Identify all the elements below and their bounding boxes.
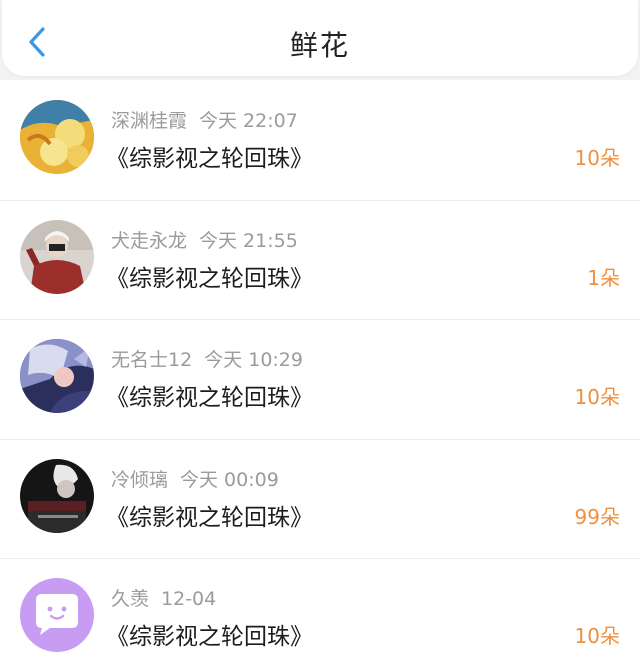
timestamp: 12-04 xyxy=(161,588,217,610)
record-meta: 久羡 12-04 xyxy=(111,584,216,611)
username[interactable]: 冷倾璃 xyxy=(111,469,168,491)
page-title: 鲜花 xyxy=(289,29,350,62)
book-title[interactable]: 《综影视之轮回珠》 xyxy=(106,378,313,412)
record-meta: 冷倾璃 今天 00:09 xyxy=(111,465,279,492)
list-item[interactable]: 冷倾璃 今天 00:09 《综影视之轮回珠》 99朵 xyxy=(0,438,640,559)
list-item[interactable]: 深渊桂霞 今天 22:07 《综影视之轮回珠》 10朵 xyxy=(0,80,640,200)
timestamp: 今天 22:07 xyxy=(199,110,298,132)
list-item[interactable]: 犬走永龙 今天 21:55 《综影视之轮回珠》 1朵 xyxy=(0,199,640,320)
user-avatar[interactable] xyxy=(20,578,94,652)
timestamp: 今天 10:29 xyxy=(204,349,303,371)
anime-character-avatar-icon xyxy=(20,339,94,413)
dark-photo-avatar-icon xyxy=(20,458,94,533)
flower-count: 1朵 xyxy=(587,265,620,290)
default-chat-bubble-avatar-icon xyxy=(20,578,94,652)
flower-count: 10朵 xyxy=(574,385,620,409)
record-meta: 无名士12 今天 10:29 xyxy=(111,345,303,372)
flower-records-screen: 鲜花 深渊桂霞 今天 22:07 《综影视之轮回珠》 10朵 犬走永龙 今天 2… xyxy=(0,0,640,667)
user-avatar[interactable] xyxy=(20,339,94,413)
username[interactable]: 久羡 xyxy=(111,588,149,610)
book-title[interactable]: 《综影视之轮回珠》 xyxy=(106,498,313,532)
book-title[interactable]: 《综影视之轮回珠》 xyxy=(106,139,313,173)
top-bar: 鲜花 xyxy=(2,0,638,76)
user-avatar[interactable] xyxy=(20,100,94,174)
timestamp: 今天 21:55 xyxy=(199,229,298,252)
record-meta: 犬走永龙 今天 21:55 xyxy=(111,226,298,253)
user-avatar[interactable] xyxy=(20,458,94,533)
username[interactable]: 无名士12 xyxy=(111,349,192,371)
book-title[interactable]: 《综影视之轮回珠》 xyxy=(106,259,313,293)
list-item[interactable]: 无名士12 今天 10:29 《综影视之轮回珠》 10朵 xyxy=(0,319,640,439)
flower-count: 99朵 xyxy=(574,504,620,529)
timestamp: 今天 00:09 xyxy=(180,468,279,491)
username[interactable]: 深渊桂霞 xyxy=(111,110,187,132)
user-avatar[interactable] xyxy=(20,219,94,294)
yellow-fruit-avatar-icon xyxy=(20,100,94,174)
flower-count: 10朵 xyxy=(574,624,620,648)
flower-count: 10朵 xyxy=(574,146,620,170)
list-item[interactable]: 久羡 12-04 《综影视之轮回珠》 10朵 xyxy=(0,558,640,667)
record-meta: 深渊桂霞 今天 22:07 xyxy=(111,106,298,133)
book-title[interactable]: 《综影视之轮回珠》 xyxy=(106,617,313,651)
username[interactable]: 犬走永龙 xyxy=(111,230,187,252)
flower-list[interactable]: 深渊桂霞 今天 22:07 《综影视之轮回珠》 10朵 犬走永龙 今天 21:55 xyxy=(0,80,640,667)
person-red-jacket-avatar-icon xyxy=(20,219,94,294)
